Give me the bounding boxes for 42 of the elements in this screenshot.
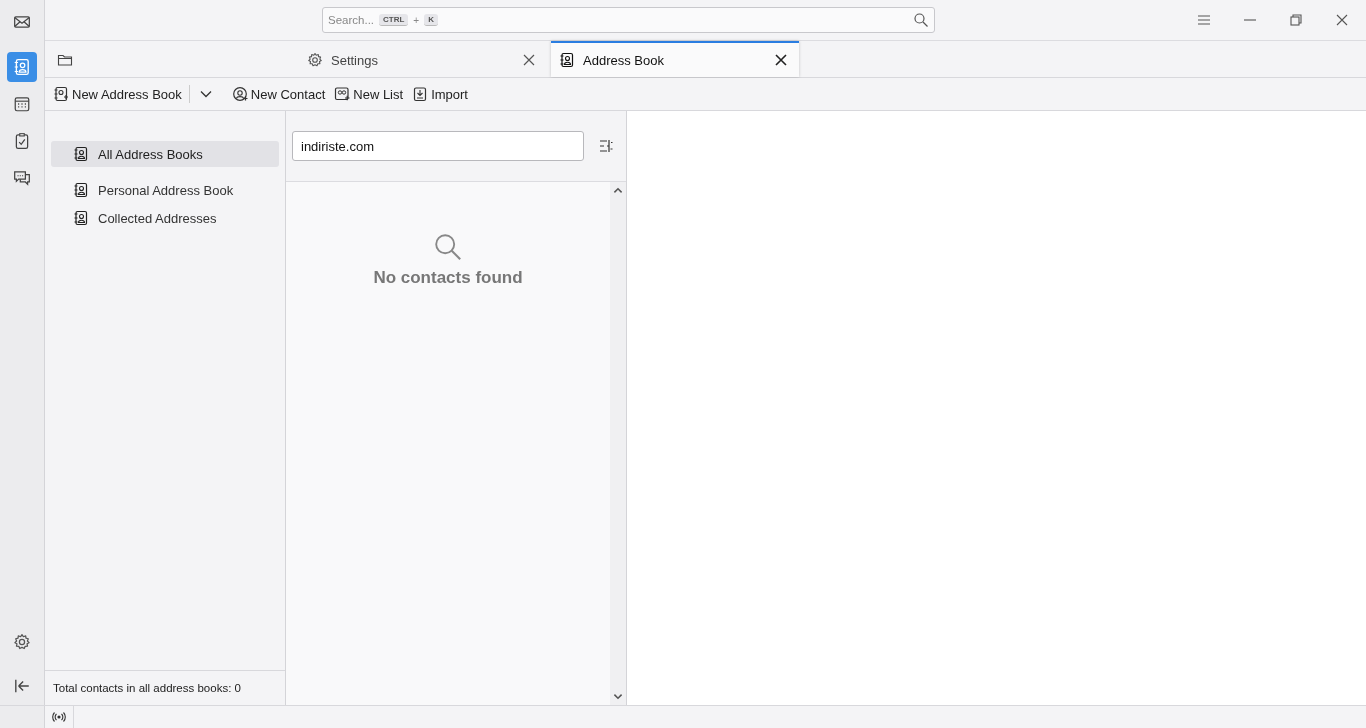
address-book-item[interactable]: All Address Books (51, 141, 279, 167)
address-book-icon (13, 58, 31, 76)
tab[interactable]: Address Book (551, 41, 799, 77)
folder-icon (57, 52, 73, 68)
calendar-icon (13, 95, 31, 113)
toolbar-button[interactable]: New Contact (229, 83, 331, 105)
address-book-plus-icon (53, 86, 69, 102)
key-label: CTRL (379, 14, 409, 26)
address-book-icon (73, 210, 89, 226)
toolbar-button[interactable]: New Address Book (51, 83, 187, 105)
search-icon[interactable] (913, 12, 929, 28)
toolbar-button[interactable]: Import (410, 83, 473, 105)
close-icon[interactable] (1334, 12, 1350, 28)
toolbar-button[interactable]: New List (332, 83, 409, 105)
restore-icon[interactable] (1288, 12, 1304, 28)
search-field[interactable]: Search... CTRL + K (322, 7, 935, 33)
contact-plus-icon (231, 86, 248, 102)
address-book-icon (559, 52, 575, 68)
address-book-item[interactable]: Collected Addresses (51, 205, 279, 231)
plus-sign: + (413, 14, 420, 26)
tab[interactable]: Settings (299, 41, 547, 77)
address-book-icon (73, 146, 89, 162)
search-placeholder: Search... (328, 14, 375, 26)
key-label: K (424, 14, 438, 26)
import-icon (412, 86, 429, 102)
address-book-icon (73, 182, 89, 198)
chat-icon (13, 169, 31, 187)
close-icon[interactable] (521, 52, 537, 68)
clipboard-check-icon (13, 132, 31, 150)
empty-message: No contacts found (373, 268, 523, 288)
close-icon[interactable] (773, 52, 789, 68)
address-book-item[interactable]: Personal Address Book (51, 177, 279, 203)
list-options-icon[interactable] (598, 138, 614, 154)
gear-icon (307, 52, 323, 68)
scrollbar[interactable] (610, 182, 626, 705)
contact-count: Total contacts in all address books: 0 (53, 682, 241, 694)
search-field[interactable]: indiriste.com (292, 131, 584, 161)
mail-icon (13, 13, 31, 31)
contact-list-plus-icon (334, 86, 351, 102)
gear-icon[interactable] (13, 633, 31, 651)
collapse-arrow-icon[interactable] (13, 677, 31, 695)
search-icon (433, 232, 463, 262)
